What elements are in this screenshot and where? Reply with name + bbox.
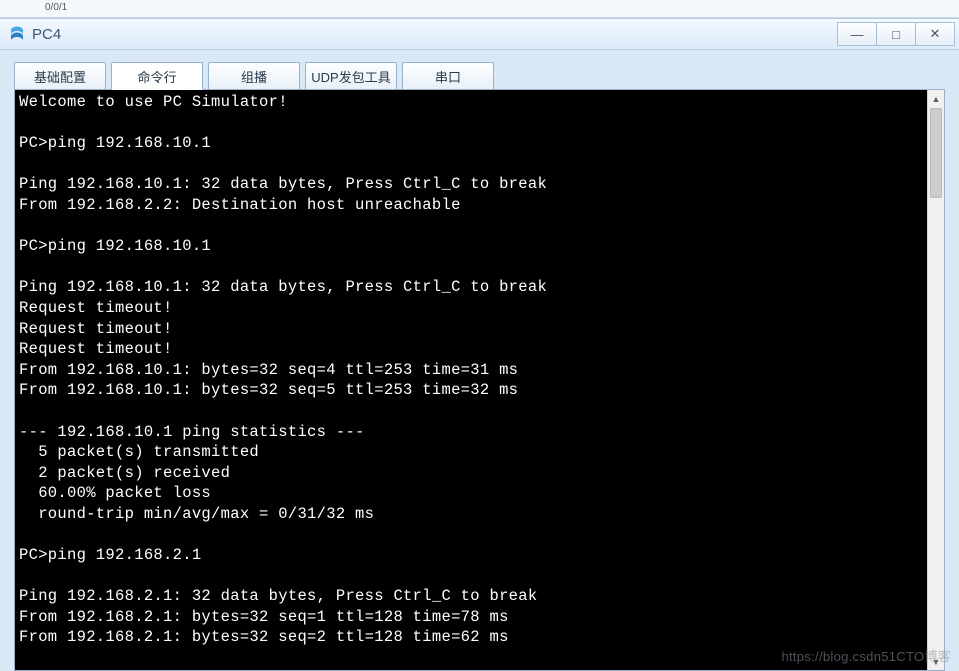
terminal-panel: Welcome to use PC Simulator! PC>ping 192… bbox=[14, 89, 945, 671]
remnant-text: 0/0/1 bbox=[45, 2, 67, 13]
tab-label: 命令行 bbox=[137, 67, 176, 86]
tab-label: UDP发包工具 bbox=[311, 67, 390, 86]
app-icon bbox=[8, 25, 26, 43]
close-button[interactable]: ✕ bbox=[915, 22, 955, 46]
minimize-icon: — bbox=[851, 27, 864, 42]
background-remnant: 0/0/1 bbox=[0, 0, 959, 18]
tab-multicast[interactable]: 组播 bbox=[208, 62, 300, 90]
tab-command-line[interactable]: 命令行 bbox=[111, 62, 203, 90]
tab-bar: 基础配置 命令行 组播 UDP发包工具 串口 bbox=[14, 62, 945, 90]
tab-basic-config[interactable]: 基础配置 bbox=[14, 62, 106, 90]
scroll-up-icon[interactable]: ▲ bbox=[928, 90, 944, 107]
watermark-text: https://blog.csdn51CTO博客 bbox=[781, 646, 951, 665]
window-title: PC4 bbox=[32, 26, 61, 43]
tab-label: 串口 bbox=[435, 67, 461, 86]
terminal-output[interactable]: Welcome to use PC Simulator! PC>ping 192… bbox=[15, 90, 927, 670]
close-icon: ✕ bbox=[930, 26, 941, 42]
window-controls: — □ ✕ bbox=[838, 22, 955, 46]
maximize-icon: □ bbox=[892, 27, 900, 42]
scrollbar[interactable]: ▲ ▼ bbox=[927, 90, 944, 670]
tab-label: 基础配置 bbox=[34, 67, 86, 86]
tab-serial[interactable]: 串口 bbox=[402, 62, 494, 90]
maximize-button[interactable]: □ bbox=[876, 22, 916, 46]
window-titlebar: PC4 — □ ✕ bbox=[0, 18, 959, 50]
content-area: 基础配置 命令行 组播 UDP发包工具 串口 Welcome to use PC… bbox=[0, 50, 959, 671]
scroll-thumb[interactable] bbox=[930, 108, 942, 198]
minimize-button[interactable]: — bbox=[837, 22, 877, 46]
tab-label: 组播 bbox=[241, 67, 267, 86]
tab-udp-tool[interactable]: UDP发包工具 bbox=[305, 62, 397, 90]
